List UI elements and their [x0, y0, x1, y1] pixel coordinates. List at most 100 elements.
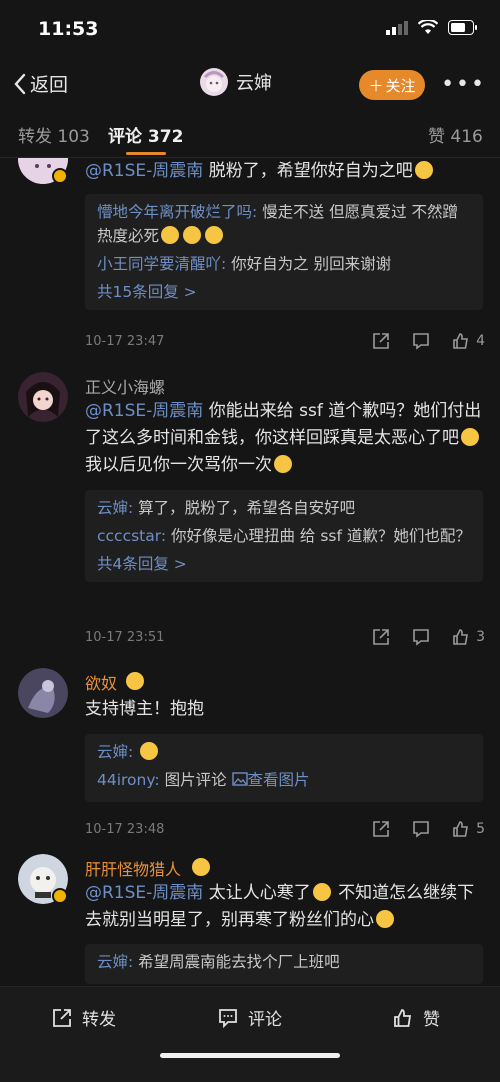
- emoji-icon: [183, 226, 202, 244]
- reply-author[interactable]: 44irony:: [97, 771, 160, 789]
- thumbs-up-icon: [394, 1008, 412, 1027]
- comment-actions: 4: [372, 332, 485, 350]
- tab-repost[interactable]: 转发 103: [18, 122, 90, 147]
- emoji-icon: [205, 226, 224, 244]
- verified-badge-icon: [52, 168, 68, 184]
- comment-icon: [219, 1008, 237, 1028]
- comment-text: @R1SE-周震南 太让人心寒了 不知道怎么继续下去就别当明星了，别再寒了粉丝们…: [85, 883, 475, 930]
- mention-link[interactable]: @R1SE-周震南: [85, 883, 203, 903]
- comment-author[interactable]: 肝肝怪物猎人: [85, 856, 181, 880]
- emoji-icon: [414, 161, 433, 179]
- emoji-icon: [140, 742, 159, 760]
- repost-button[interactable]: 转发: [52, 1005, 116, 1030]
- emoji-icon: [274, 455, 292, 473]
- thumbs-up-icon: [453, 821, 469, 837]
- emoji-icon: [376, 910, 394, 928]
- like-count: 3: [476, 629, 485, 645]
- reply-author[interactable]: 云婶:: [97, 499, 133, 517]
- share-icon[interactable]: [372, 332, 390, 350]
- comment-meta: 10-17 23:51 3: [85, 628, 485, 652]
- view-image-link[interactable]: 查看图片: [231, 771, 310, 789]
- reply-box[interactable]: 懵地今年离开破烂了吗: 慢走不送 但愿真爱过 不然蹭热度必死 小王同学要清醒吖:…: [85, 194, 483, 310]
- back-label: 返回: [30, 74, 69, 96]
- reply-box[interactable]: 云婶: 44irony: 图片评论 查看图片: [85, 734, 483, 802]
- tab-underline: [126, 152, 166, 155]
- profile-title[interactable]: 云婶: [200, 68, 272, 96]
- comment-date: 10-17 23:51: [85, 630, 165, 645]
- comment-text: @R1SE-周震南 脱粉了，希望你好自为之吧: [85, 158, 485, 185]
- share-icon[interactable]: [372, 628, 390, 646]
- like-button[interactable]: 5: [452, 820, 485, 838]
- verified-badge-icon: [52, 888, 68, 904]
- comment-text: 支持博主！抱抱: [85, 699, 204, 719]
- comment-text: @R1SE-周震南 你能出来给 ssf 道个歉吗？她们付出了这么多时间和金钱，你…: [85, 401, 482, 475]
- chevron-left-icon: [14, 73, 26, 94]
- comment-meta: 10-17 23:47 4: [85, 332, 485, 356]
- comment-list[interactable]: @R1SE-周震南 脱粉了，希望你好自为之吧 懵地今年离开破烂了吗: 慢走不送 …: [0, 158, 500, 986]
- like-count: 5: [476, 821, 485, 837]
- reply-box[interactable]: 云婶: 算了，脱粉了，希望各自安好吧 ccccstar: 你好像是心理扭曲 给 …: [85, 490, 483, 582]
- avatar[interactable]: [18, 372, 68, 422]
- page-title: 云婶: [236, 73, 272, 94]
- battery-icon: [448, 20, 477, 35]
- like-count: 4: [476, 333, 485, 349]
- signal-icon: [386, 20, 408, 35]
- thumbs-up-icon: [453, 629, 469, 645]
- thumbs-up-icon: [453, 333, 469, 349]
- follow-label: 关注: [385, 76, 416, 95]
- tab-bar: 转发 103 评论 372 赞 416: [0, 112, 500, 158]
- emoji-icon: [161, 226, 180, 244]
- status-bar: 11:53: [0, 0, 500, 60]
- reply-author[interactable]: 云婶:: [97, 743, 133, 761]
- image-icon: [231, 772, 248, 786]
- reply-author[interactable]: ccccstar:: [97, 527, 166, 545]
- reply-item: ccccstar: 你好像是心理扭曲 给 ssf 道歉？她们也配？: [97, 527, 471, 545]
- comment-date: 10-17 23:47: [85, 334, 165, 349]
- reply-item: 懵地今年离开破烂了吗: 慢走不送 但愿真爱过 不然蹭热度必死: [97, 203, 459, 245]
- tab-comments[interactable]: 评论 372: [108, 122, 183, 147]
- nav-bar: 返回 云婶 ＋ 关注 •••: [0, 60, 500, 110]
- mention-link[interactable]: @R1SE-周震南: [85, 161, 203, 181]
- reply-author[interactable]: 云婶:: [97, 953, 133, 971]
- like-label: 赞: [423, 1010, 440, 1030]
- comment-actions: 3: [372, 628, 485, 646]
- comment-meta: 10-17 23:48 5: [85, 820, 485, 844]
- wifi-icon: [418, 20, 438, 34]
- avatar[interactable]: [18, 668, 68, 718]
- reply-author[interactable]: 小王同学要清醒吖:: [97, 255, 226, 273]
- reply-item: 44irony: 图片评论 查看图片: [97, 771, 310, 789]
- comment-button[interactable]: 评论: [218, 1005, 282, 1030]
- like-button[interactable]: 3: [452, 628, 485, 646]
- reply-item: 云婶:: [97, 740, 471, 764]
- like-button[interactable]: 4: [452, 332, 485, 350]
- share-icon: [53, 1008, 71, 1027]
- vip-badge-icon: [126, 672, 144, 690]
- comment-date: 10-17 23:48: [85, 822, 165, 837]
- comment-label: 评论: [248, 1010, 282, 1030]
- comment-author[interactable]: 正义小海螺: [85, 374, 165, 398]
- follow-button[interactable]: ＋ 关注: [359, 70, 425, 100]
- reply-box[interactable]: 云婶: 希望周震南能去找个厂上班吧: [85, 944, 483, 984]
- comment-actions: 5: [372, 820, 485, 838]
- home-indicator[interactable]: [160, 1053, 340, 1058]
- reply-item: 云婶: 希望周震南能去找个厂上班吧: [97, 953, 340, 971]
- more-replies-link[interactable]: 共4条回复 >: [97, 552, 471, 576]
- more-icon[interactable]: •••: [441, 72, 486, 97]
- comment-author[interactable]: 欲奴: [85, 670, 117, 694]
- reply-icon[interactable]: [412, 332, 430, 350]
- reply-item: 云婶: 算了，脱粉了，希望各自安好吧: [97, 499, 356, 517]
- like-post-button[interactable]: 赞: [393, 1005, 440, 1030]
- reply-icon[interactable]: [412, 820, 430, 838]
- emoji-icon: [461, 428, 479, 446]
- status-time: 11:53: [38, 18, 99, 40]
- reply-author[interactable]: 懵地今年离开破烂了吗:: [97, 203, 257, 221]
- tab-likes[interactable]: 赞 416: [428, 122, 483, 147]
- reply-item: 小王同学要清醒吖: 你好自为之 别回来谢谢: [97, 255, 392, 273]
- status-icons: [386, 20, 478, 35]
- share-icon[interactable]: [372, 820, 390, 838]
- back-button[interactable]: 返回: [12, 70, 68, 97]
- more-replies-link[interactable]: 共15条回复 >: [97, 280, 471, 304]
- emoji-icon: [312, 883, 331, 901]
- mention-link[interactable]: @R1SE-周震南: [85, 401, 203, 421]
- reply-icon[interactable]: [412, 628, 430, 646]
